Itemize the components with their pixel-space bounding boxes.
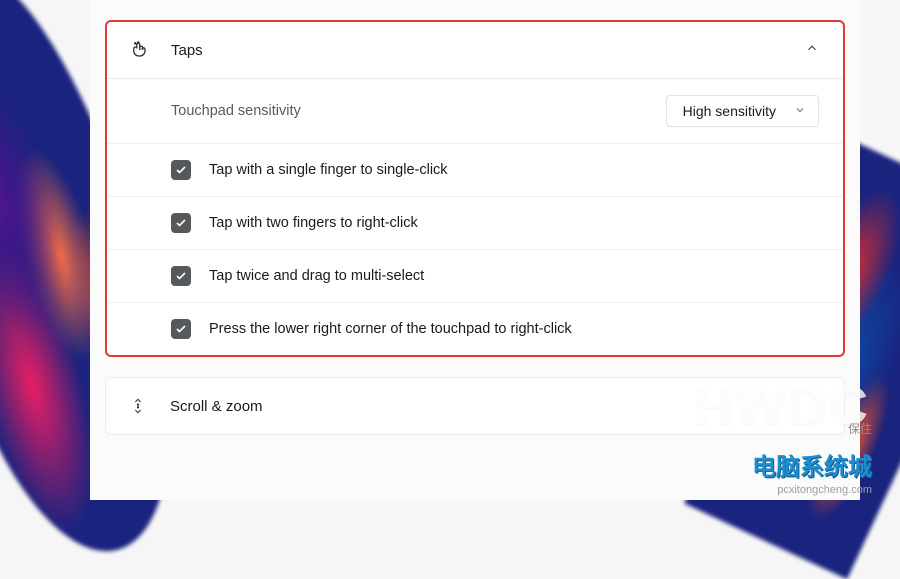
chevron-up-icon bbox=[805, 41, 819, 60]
scroll-zoom-title: Scroll & zoom bbox=[170, 398, 820, 415]
tap-single-finger-checkbox[interactable] bbox=[171, 160, 191, 180]
touchpad-sensitivity-dropdown[interactable]: High sensitivity bbox=[666, 95, 819, 127]
tap-two-fingers-label: Tap with two fingers to right-click bbox=[209, 215, 418, 231]
taps-title: Taps bbox=[171, 42, 805, 59]
touchpad-sensitivity-label: Touchpad sensitivity bbox=[171, 103, 301, 119]
tap-twice-drag-checkbox[interactable] bbox=[171, 266, 191, 286]
touchpad-sensitivity-value: High sensitivity bbox=[683, 103, 776, 119]
tap-two-fingers-checkbox[interactable] bbox=[171, 213, 191, 233]
press-lower-right-label: Press the lower right corner of the touc… bbox=[209, 321, 572, 337]
taps-section: Taps Touchpad sensitivity High sensitivi… bbox=[105, 20, 845, 357]
scroll-zoom-header[interactable]: Scroll & zoom bbox=[106, 378, 844, 434]
press-lower-right-row: Press the lower right corner of the touc… bbox=[107, 303, 843, 355]
scroll-zoom-section: Scroll & zoom bbox=[105, 377, 845, 435]
taps-section-header[interactable]: Taps bbox=[107, 22, 843, 79]
chevron-down-icon bbox=[794, 103, 806, 119]
press-lower-right-checkbox[interactable] bbox=[171, 319, 191, 339]
tap-single-finger-row: Tap with a single finger to single-click bbox=[107, 144, 843, 197]
scroll-zoom-icon bbox=[128, 396, 148, 416]
tap-twice-drag-row: Tap twice and drag to multi-select bbox=[107, 250, 843, 303]
touchpad-sensitivity-row: Touchpad sensitivity High sensitivity bbox=[107, 79, 843, 144]
tap-twice-drag-label: Tap twice and drag to multi-select bbox=[209, 268, 424, 284]
tap-icon bbox=[129, 40, 149, 60]
settings-panel: Taps Touchpad sensitivity High sensitivi… bbox=[90, 0, 860, 500]
tap-single-finger-label: Tap with a single finger to single-click bbox=[209, 162, 448, 178]
tap-two-fingers-row: Tap with two fingers to right-click bbox=[107, 197, 843, 250]
